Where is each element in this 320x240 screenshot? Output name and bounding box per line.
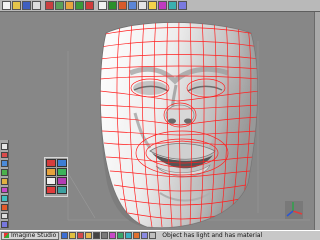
status-text: Object has light and has material xyxy=(162,231,263,239)
right-panel-edge xyxy=(314,12,320,230)
brush-icon[interactable] xyxy=(46,168,56,176)
move-icon[interactable] xyxy=(108,1,117,10)
select-tool-icon[interactable] xyxy=(0,143,8,150)
help-app-icon[interactable] xyxy=(141,232,149,239)
network-icon[interactable] xyxy=(125,232,133,239)
mail-icon[interactable] xyxy=(77,232,85,239)
cut-icon[interactable] xyxy=(45,1,54,10)
folder-icon[interactable] xyxy=(85,232,93,239)
application-window: Imagine Studio Object has light and has … xyxy=(0,0,320,240)
render-icon[interactable] xyxy=(158,1,167,10)
taskbar: Imagine Studio Object has light and has … xyxy=(0,230,320,240)
3d-viewport[interactable] xyxy=(10,13,313,230)
main-toolbar xyxy=(0,0,320,12)
edge-tool-icon[interactable] xyxy=(0,186,8,194)
camera-icon[interactable] xyxy=(138,1,147,10)
tray-icon[interactable] xyxy=(149,232,157,239)
start-label: Imagine Studio xyxy=(11,231,57,239)
terminal-icon[interactable] xyxy=(93,232,101,239)
delete-tool-icon[interactable] xyxy=(0,203,8,211)
open-icon[interactable] xyxy=(12,1,21,10)
tool-palette xyxy=(44,157,68,197)
zoom-tool-icon[interactable] xyxy=(0,160,8,168)
eraser-icon[interactable] xyxy=(46,177,56,185)
taskbar-quick-launch xyxy=(61,232,157,239)
grid-tool-icon[interactable] xyxy=(0,212,8,220)
scale-icon[interactable] xyxy=(128,1,137,10)
imagine-app-icon[interactable] xyxy=(133,232,141,239)
undo-icon[interactable] xyxy=(75,1,84,10)
orbit-tool-icon[interactable] xyxy=(0,169,8,176)
pick-icon[interactable] xyxy=(57,177,67,185)
browser-icon[interactable] xyxy=(69,232,77,239)
print-icon[interactable] xyxy=(32,1,41,10)
paint-app-icon[interactable] xyxy=(109,232,117,239)
desktop-icon[interactable] xyxy=(61,232,69,239)
spray-icon[interactable] xyxy=(57,168,67,176)
start-button[interactable]: Imagine Studio xyxy=(1,231,60,240)
point-tool-icon[interactable] xyxy=(0,177,8,185)
material-icon[interactable] xyxy=(168,1,177,10)
fill-icon[interactable] xyxy=(57,159,67,167)
windows-logo-icon xyxy=(4,233,9,238)
redo-icon[interactable] xyxy=(85,1,94,10)
stamp-icon[interactable] xyxy=(57,186,67,194)
media-icon[interactable] xyxy=(117,232,125,239)
paste-icon[interactable] xyxy=(65,1,74,10)
face-tool-icon[interactable] xyxy=(0,195,8,202)
light-icon[interactable] xyxy=(148,1,157,10)
select-icon[interactable] xyxy=(98,1,107,10)
face-mesh-model[interactable] xyxy=(99,19,260,229)
pan-tool-icon[interactable] xyxy=(0,151,8,159)
help-icon[interactable] xyxy=(178,1,187,10)
left-toolbar xyxy=(0,140,9,229)
smudge-icon[interactable] xyxy=(46,186,56,194)
rotate-icon[interactable] xyxy=(118,1,127,10)
viewport-canvas[interactable] xyxy=(10,13,313,230)
axis-gizmo[interactable] xyxy=(285,201,303,219)
file-new-icon[interactable] xyxy=(2,1,11,10)
paint-icon[interactable] xyxy=(46,159,56,167)
copy-icon[interactable] xyxy=(55,1,64,10)
snap-tool-icon[interactable] xyxy=(0,221,8,229)
settings-icon[interactable] xyxy=(101,232,109,239)
save-icon[interactable] xyxy=(22,1,31,10)
